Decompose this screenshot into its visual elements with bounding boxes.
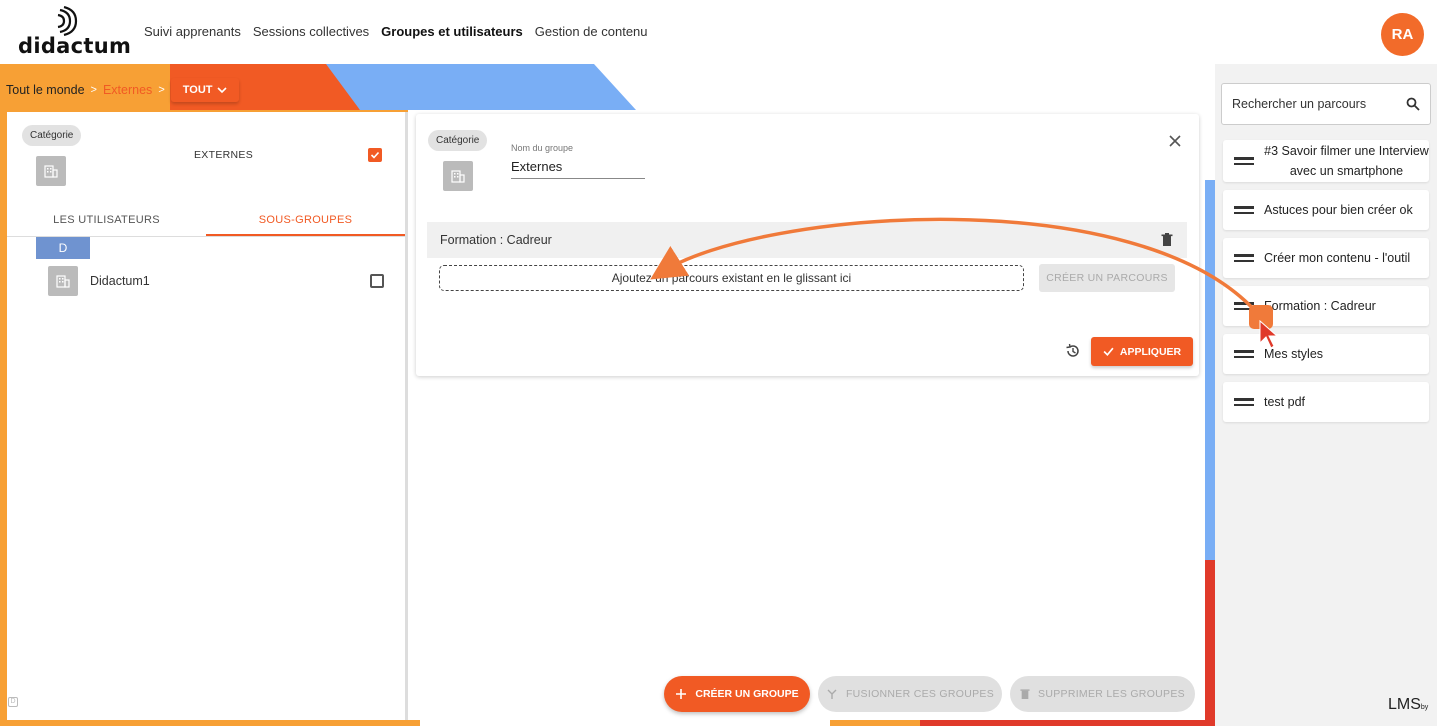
category-chip: Catégorie — [22, 125, 82, 146]
building-icon — [48, 266, 78, 296]
background-right-blue — [1205, 180, 1215, 560]
drag-handle-icon[interactable] — [1234, 251, 1254, 265]
group-name: EXTERNES — [194, 149, 253, 161]
search-placeholder: Rechercher un parcours — [1232, 97, 1367, 111]
nav-item-suivi-apprenants[interactable]: Suivi apprenants — [144, 24, 241, 39]
drag-handle-icon[interactable] — [1234, 347, 1254, 361]
course-item[interactable]: test pdf — [1223, 382, 1429, 422]
course-item[interactable]: #3 Savoir filmer une Interview avec un s… — [1223, 140, 1429, 182]
filter-all-label: TOUT — [182, 84, 213, 96]
course-title: Astuces pour bien créer ok — [1264, 203, 1413, 217]
check-icon — [370, 151, 380, 159]
filter-all-button[interactable]: TOUT — [170, 78, 239, 102]
category-chip: Catégorie — [428, 130, 488, 151]
nav-item-gestion-contenu[interactable]: Gestion de contenu — [535, 24, 648, 39]
group-editor-card: Catégorie Nom du groupe Externes Formati… — [416, 114, 1199, 376]
nav-item-groupes-utilisateurs[interactable]: Groupes et utilisateurs — [381, 24, 523, 39]
course-library-panel: Rechercher un parcours #3 Savoir filmer … — [1215, 64, 1437, 726]
group-checkbox[interactable] — [368, 148, 382, 162]
merge-groups-button[interactable]: FUSIONNER CES GROUPES — [818, 676, 1002, 712]
course-title: #3 Savoir filmer une Interview avec un s… — [1264, 144, 1429, 178]
course-item[interactable]: Créer mon contenu - l'outil — [1223, 238, 1429, 278]
apply-button-label: APPLIQUER — [1119, 345, 1182, 358]
breadcrumb-separator: > — [158, 84, 165, 96]
course-item[interactable]: Astuces pour bien créer ok — [1223, 190, 1429, 230]
breadcrumb-separator: > — [90, 84, 97, 96]
footer-brand: LMSby — [1388, 696, 1428, 714]
course-title: test pdf — [1264, 395, 1305, 409]
background-blue-band — [326, 64, 636, 110]
building-icon — [443, 161, 473, 191]
logo-fingerprint-icon — [57, 6, 78, 36]
course-drop-zone[interactable]: Ajoutez un parcours existant en le gliss… — [439, 265, 1024, 291]
footer-mini-logo-icon: D — [8, 697, 18, 707]
drag-handle-icon[interactable] — [1234, 154, 1254, 168]
main-nav: Suivi apprenants Sessions collectives Gr… — [144, 24, 648, 39]
plus-icon — [676, 689, 687, 699]
nav-item-sessions-collectives[interactable]: Sessions collectives — [253, 24, 369, 39]
create-group-button[interactable]: CRÉER UN GROUPE — [664, 676, 810, 712]
course-item[interactable]: Formation : Cadreur — [1223, 286, 1429, 326]
tab-sous-groupes[interactable]: SOUS-GROUPES — [206, 206, 405, 236]
footer-brand-text: LMS — [1388, 696, 1421, 713]
breadcrumb-root[interactable]: Tout le monde — [6, 83, 85, 97]
history-icon[interactable] — [1065, 343, 1081, 359]
create-group-label: CRÉER UN GROUPE — [695, 688, 799, 700]
course-search-input[interactable]: Rechercher un parcours — [1221, 83, 1431, 125]
merge-icon — [827, 689, 837, 699]
background-right-red — [1205, 560, 1215, 726]
group-name-label: Nom du groupe — [511, 143, 574, 153]
list-item[interactable]: Didactum1 — [48, 266, 398, 296]
delete-groups-button[interactable]: SUPPRIMER LES GROUPES — [1010, 676, 1195, 712]
user-avatar[interactable]: RA — [1381, 13, 1424, 56]
subgroup-name: Didactum1 — [90, 274, 150, 288]
course-title: Mes styles — [1264, 347, 1324, 361]
check-icon — [1103, 347, 1114, 357]
breadcrumb: Tout le monde > Externes > TOUT — [6, 78, 239, 102]
logo[interactable]: didactum — [18, 6, 132, 60]
search-icon[interactable] — [1406, 97, 1420, 111]
logo-text: didactum — [18, 34, 132, 58]
apply-button[interactable]: APPLIQUER — [1091, 337, 1193, 366]
footer-brand-suffix: by — [1420, 704, 1429, 711]
trash-icon[interactable] — [1161, 233, 1173, 247]
merge-groups-label: FUSIONNER CES GROUPES — [845, 688, 995, 700]
drag-handle-icon[interactable] — [1234, 203, 1254, 217]
section-title: Formation : Cadreur — [440, 233, 552, 247]
top-bar: didactum Suivi apprenants Sessions colle… — [0, 0, 1437, 64]
drag-handle-icon[interactable] — [1234, 299, 1254, 313]
course-title: Créer mon contenu - l'outil — [1264, 251, 1411, 265]
chevron-down-icon — [216, 87, 227, 94]
breadcrumb-current[interactable]: Externes — [103, 83, 152, 97]
course-item[interactable]: Mes styles — [1223, 334, 1429, 374]
group-list-panel: Catégorie EXTERNES LES UTILISATEURS SOUS… — [7, 112, 405, 720]
close-icon[interactable] — [1168, 134, 1182, 148]
delete-groups-label: SUPPRIMER LES GROUPES — [1038, 688, 1185, 700]
trash-icon — [1020, 689, 1030, 699]
letter-header: D — [36, 237, 90, 259]
drag-handle-icon[interactable] — [1234, 395, 1254, 409]
course-title: Formation : Cadreur — [1264, 299, 1376, 313]
building-icon — [36, 156, 66, 186]
tab-utilisateurs[interactable]: LES UTILISATEURS — [7, 206, 206, 236]
course-section: Formation : Cadreur — [427, 222, 1187, 258]
subgroup-checkbox[interactable] — [370, 274, 384, 288]
group-name-field[interactable]: Externes — [511, 159, 645, 179]
panel-tabs: LES UTILISATEURS SOUS-GROUPES — [7, 206, 405, 237]
create-course-button[interactable]: CRÉER UN PARCOURS — [1039, 264, 1175, 292]
